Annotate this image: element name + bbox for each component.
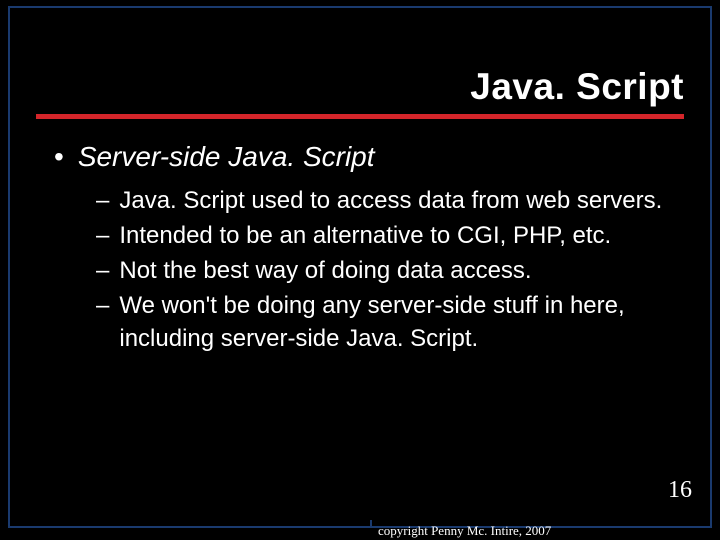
sub-bullet-marker: –	[96, 219, 109, 252]
sub-bullet-text: Java. Script used to access data from we…	[119, 184, 662, 217]
sub-bullet: – Intended to be an alternative to CGI, …	[96, 219, 678, 252]
bullet-marker: •	[54, 140, 64, 174]
sub-bullet: – Not the best way of doing data access.	[96, 254, 678, 287]
sub-bullet: – We won't be doing any server-side stuf…	[96, 289, 678, 355]
sub-bullet-marker: –	[96, 184, 109, 217]
sub-bullet-text: Not the best way of doing data access.	[119, 254, 531, 287]
copyright-text: copyright Penny Mc. Intire, 2007	[378, 523, 551, 539]
sub-bullet-text: We won't be doing any server-side stuff …	[119, 289, 678, 355]
slide-content: • Server-side Java. Script – Java. Scrip…	[54, 140, 678, 357]
sub-bullet-list: – Java. Script used to access data from …	[96, 184, 678, 355]
page-number: 16	[668, 477, 692, 504]
sub-bullet-marker: –	[96, 289, 109, 322]
decorative-notch	[370, 520, 372, 528]
slide-title: Java. Script	[36, 66, 684, 108]
bullet-level1: • Server-side Java. Script	[54, 140, 678, 174]
sub-bullet-marker: –	[96, 254, 109, 287]
title-area: Java. Script	[36, 66, 684, 119]
bullet-text: Server-side Java. Script	[78, 140, 375, 174]
slide: Java. Script • Server-side Java. Script …	[0, 0, 720, 540]
sub-bullet: – Java. Script used to access data from …	[96, 184, 678, 217]
sub-bullet-text: Intended to be an alternative to CGI, PH…	[119, 219, 611, 252]
